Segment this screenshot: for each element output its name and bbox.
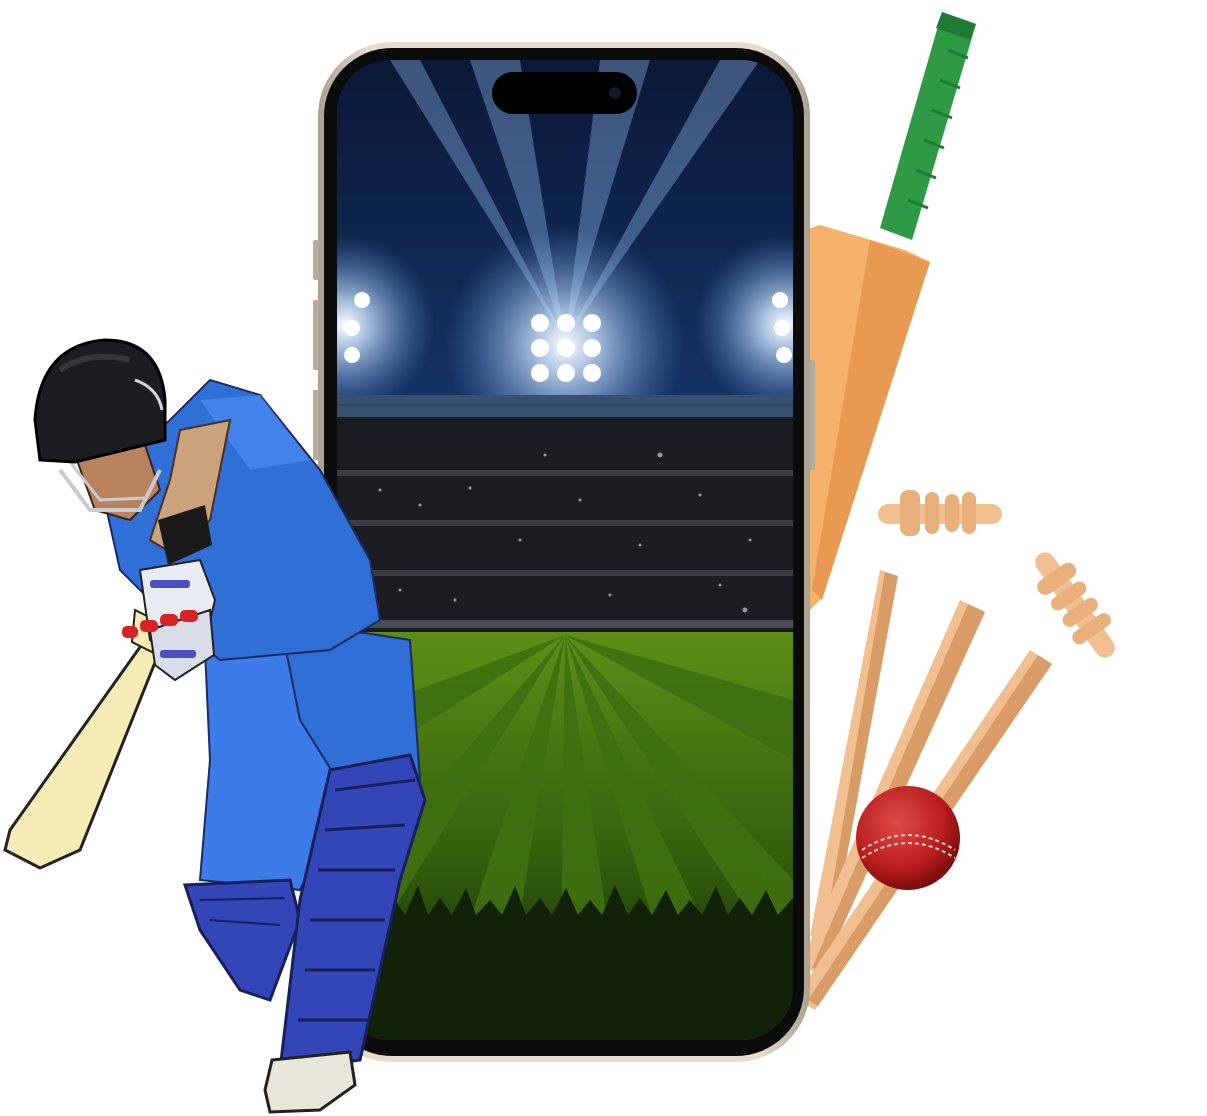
cricket-ball-icon	[856, 786, 960, 890]
cricket-scene	[3, 12, 1115, 1114]
bails-icon	[878, 490, 1115, 658]
